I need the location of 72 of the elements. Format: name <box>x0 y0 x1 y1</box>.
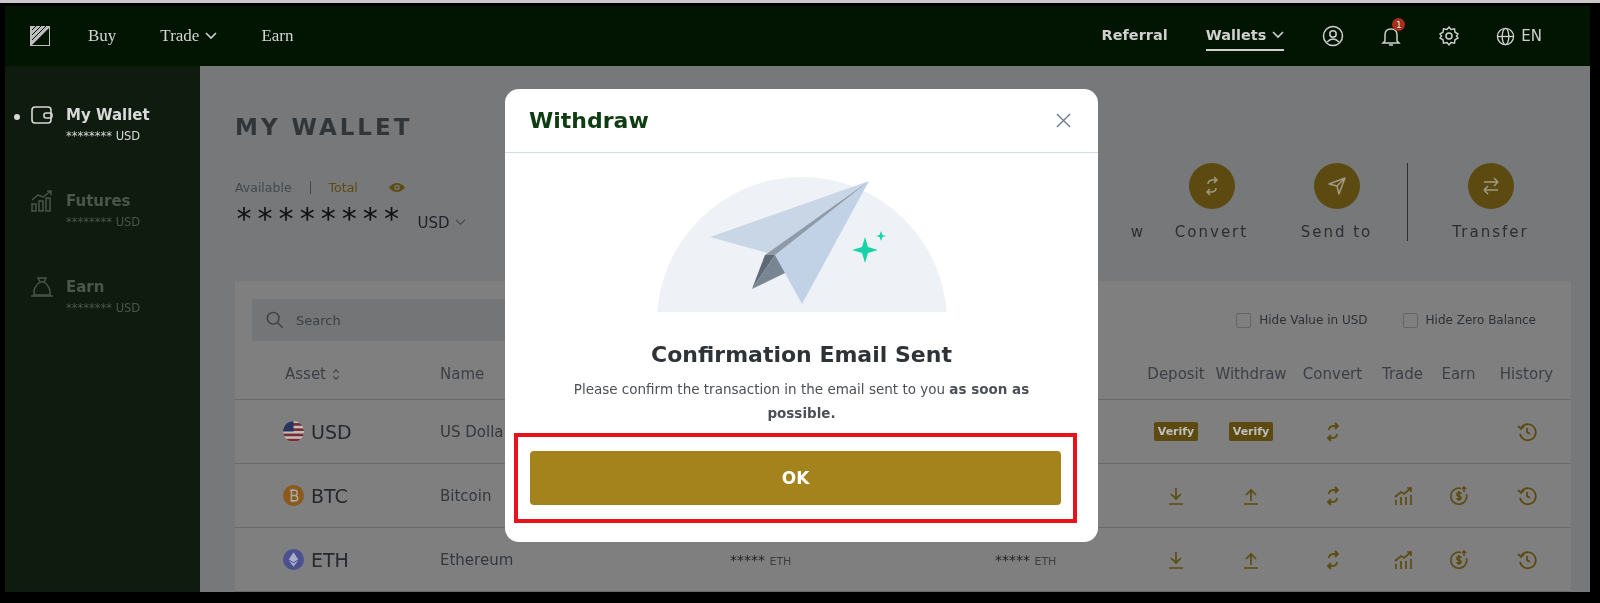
action-label: Transfer <box>1452 223 1529 241</box>
nav-link[interactable]: Referral <box>1101 21 1168 51</box>
sidebar-item[interactable]: Futures <box>66 192 141 210</box>
action-label: w <box>1130 223 1145 241</box>
verify-button[interactable]: Verify <box>1228 422 1274 441</box>
sidebar-item[interactable]: Earn <box>66 278 141 296</box>
flag-icon <box>283 421 304 442</box>
asset-name: Ethereum <box>440 550 515 569</box>
user-icon[interactable] <box>1322 25 1345 47</box>
column-header: History <box>1498 365 1555 383</box>
nav-link[interactable]: Buy <box>88 26 117 46</box>
history-icon[interactable] <box>1516 421 1537 442</box>
asset-symbol: ETH <box>311 548 349 571</box>
column-header: Deposit <box>1146 365 1206 383</box>
transfer-icon <box>1480 176 1501 196</box>
nav-link[interactable]: Earn <box>261 26 294 46</box>
currency-selector[interactable]: USD <box>417 213 466 232</box>
column-header: Trade <box>1380 365 1425 383</box>
bitcoin-icon <box>283 485 304 506</box>
balance-amount: ***** ETH <box>995 551 1058 568</box>
action-button[interactable] <box>1313 163 1360 209</box>
verify-button[interactable]: Verify <box>1153 422 1199 441</box>
notification-badge: 1 <box>1392 18 1406 31</box>
action-label: Send to <box>1300 223 1373 241</box>
action-button[interactable] <box>1467 163 1514 209</box>
sort-icon[interactable] <box>332 367 340 381</box>
wallet-icon <box>30 103 54 127</box>
language-selector[interactable]: EN <box>1496 26 1542 46</box>
logo-icon[interactable] <box>30 26 50 46</box>
column-header: Convert <box>1301 365 1364 383</box>
column-header: Earn <box>1440 365 1477 383</box>
asset-symbol: USD <box>311 420 352 443</box>
asset-name: US Dolla <box>440 422 505 441</box>
balance-amount: ******** USD <box>66 129 142 143</box>
balance-amount: ***** ETH <box>730 551 793 568</box>
action-button[interactable] <box>1188 163 1235 209</box>
close-icon[interactable] <box>1056 113 1071 128</box>
checkbox[interactable] <box>1402 312 1418 328</box>
nav-link[interactable]: Trade <box>160 26 218 46</box>
history-icon[interactable] <box>1516 485 1537 506</box>
action-label: Convert <box>1174 223 1249 241</box>
settings-icon[interactable] <box>1438 25 1461 47</box>
balance-amount: ******** USD <box>66 301 141 315</box>
history-icon[interactable] <box>1516 549 1537 570</box>
dollar-coin-icon[interactable] <box>1448 485 1469 506</box>
checkbox-label: Hide Zero Balance <box>1425 313 1536 327</box>
balance-amount: ******** <box>235 201 404 236</box>
download-icon[interactable] <box>1166 549 1186 570</box>
asset-name: Bitcoin <box>440 486 493 505</box>
ok-button[interactable]: OK <box>530 451 1061 505</box>
dialog-title: Withdraw <box>529 108 649 133</box>
chart-icon[interactable] <box>1392 549 1413 570</box>
column-header: Withdraw <box>1214 365 1288 383</box>
checkbox-label: Hide Value in USD <box>1259 313 1368 327</box>
dialog-message: Please confirm the transaction in the email sent to you as soon as possible. <box>572 380 1031 423</box>
checkbox[interactable] <box>1236 312 1252 328</box>
column-header[interactable]: Asset <box>235 365 440 383</box>
balance-amount: ******** USD <box>66 215 141 229</box>
nav-link[interactable]: Wallets <box>1205 21 1285 51</box>
column-header: Name <box>440 365 486 383</box>
asset-symbol: BTC <box>311 484 348 507</box>
page-title: MY WALLET <box>235 114 414 140</box>
chart-icon <box>30 189 54 213</box>
dollar-coin-icon[interactable] <box>1448 549 1469 570</box>
ethereum-icon <box>283 549 304 570</box>
eye-icon[interactable] <box>387 181 406 194</box>
money-bag-icon <box>30 275 54 299</box>
dialog-heading: Confirmation Email Sent <box>651 342 952 367</box>
paper-plane-icon <box>1326 176 1347 196</box>
download-icon[interactable] <box>1166 485 1186 506</box>
sidebar-item[interactable]: My Wallet <box>66 106 150 124</box>
chart-icon[interactable] <box>1392 485 1413 506</box>
